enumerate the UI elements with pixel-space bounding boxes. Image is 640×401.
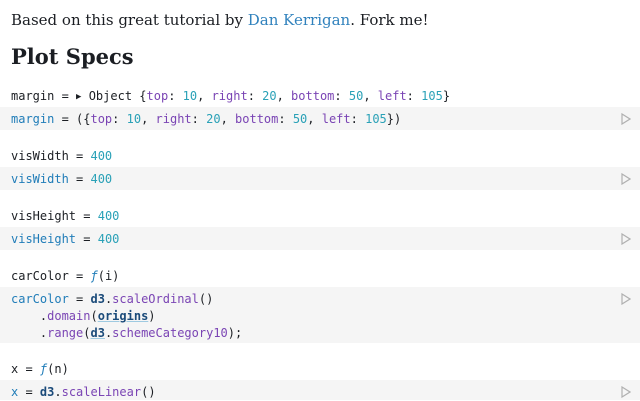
output-name: carColor: [11, 269, 69, 283]
code-name: carColor: [11, 292, 69, 306]
call: (): [141, 385, 156, 399]
d3-object: d3: [90, 292, 105, 306]
run-cell-icon[interactable]: [621, 386, 631, 398]
output-eq: =: [18, 362, 40, 376]
brace: }): [386, 112, 402, 126]
expand-triangle-icon[interactable]: ▶: [76, 92, 81, 102]
intro-suffix: . Fork me!: [350, 11, 429, 29]
method: range: [47, 326, 84, 340]
dot: .: [54, 385, 62, 399]
d3-object: d3: [39, 385, 55, 399]
output-type: Object: [88, 89, 140, 103]
scheme-name: schemeCategory10: [112, 326, 228, 340]
output-name: visHeight: [11, 209, 77, 223]
intro-text: Based on this great tutorial by Dan Kerr…: [11, 9, 429, 31]
output-name: visWidth: [11, 149, 69, 163]
key: bottom: [291, 89, 335, 103]
output-eq: =: [68, 269, 91, 283]
number: 20: [206, 112, 221, 126]
number: 105: [421, 89, 443, 103]
key: right: [211, 89, 248, 103]
dot: .: [11, 309, 48, 323]
number: 400: [90, 172, 113, 186]
intro-prefix: Based on this great tutorial by: [11, 11, 248, 29]
number: 10: [182, 89, 198, 103]
method: domain: [47, 309, 91, 323]
code: visWidth = 400: [0, 171, 640, 188]
dot: .: [11, 326, 48, 340]
code-eq: =: [76, 232, 98, 246]
margin-code-cell[interactable]: margin = ({top: 10, right: 20, bottom: 5…: [0, 107, 640, 130]
tutorial-link[interactable]: Dan Kerrigan: [248, 11, 350, 29]
paren: );: [227, 326, 243, 340]
code-eq: =: [68, 292, 91, 306]
output-eq: =: [76, 209, 98, 223]
code-eq: = ({: [54, 112, 91, 126]
function-args: (i): [97, 269, 120, 283]
section-heading: Plot Specs: [11, 44, 134, 69]
key: right: [155, 112, 192, 126]
viswidth-code-cell[interactable]: visWidth = 400: [0, 167, 640, 190]
code-eq: =: [18, 385, 40, 399]
number: 105: [365, 112, 387, 126]
margin-output: margin = ▶ Object {top: 10, right: 20, b…: [11, 89, 451, 103]
key: left: [377, 89, 407, 103]
run-cell-icon[interactable]: [621, 293, 631, 305]
brace: {: [139, 89, 147, 103]
call: (): [198, 292, 214, 306]
origins-reference[interactable]: origins: [98, 309, 149, 323]
code-name: visWidth: [11, 172, 69, 186]
code: carColor = d3.scaleOrdinal() .domain(ori…: [0, 291, 640, 342]
code-eq: =: [68, 172, 91, 186]
number: 400: [90, 149, 113, 163]
visheight-output: visHeight = 400: [11, 208, 119, 224]
paren: (: [90, 309, 98, 323]
key: bottom: [235, 112, 279, 126]
key: left: [321, 112, 351, 126]
method: scaleLinear: [61, 385, 142, 399]
number: 50: [348, 89, 364, 103]
number: 50: [292, 112, 308, 126]
run-cell-icon[interactable]: [621, 113, 631, 125]
number: 400: [97, 209, 120, 223]
code: x = d3.scaleLinear(): [0, 384, 640, 401]
x-output: x = ƒ(n): [11, 361, 69, 377]
code: margin = ({top: 10, right: 20, bottom: 5…: [11, 112, 402, 126]
visheight-code-cell[interactable]: visHeight = 400: [0, 227, 640, 250]
paren: ): [148, 309, 156, 323]
brace: }: [442, 89, 451, 103]
number: 20: [262, 89, 277, 103]
key: top: [90, 112, 113, 126]
function-args: (n): [47, 362, 69, 376]
x-code-cell[interactable]: x = d3.scaleLinear(): [0, 380, 640, 400]
function-symbol: ƒ: [90, 269, 98, 283]
run-cell-icon[interactable]: [621, 173, 631, 185]
number: 400: [97, 232, 120, 246]
key: top: [146, 89, 169, 103]
code-name: margin: [11, 112, 55, 126]
code: visHeight = 400: [0, 231, 640, 248]
number: 10: [126, 112, 142, 126]
method: scaleOrdinal: [112, 292, 199, 306]
carcolor-output: carColor = ƒ(i): [11, 268, 119, 284]
d3-reference[interactable]: d3: [90, 326, 104, 340]
output-name: margin: [11, 89, 55, 103]
code-name: visHeight: [11, 232, 77, 246]
carcolor-code-cell[interactable]: carColor = d3.scaleOrdinal() .domain(ori…: [0, 287, 640, 343]
run-cell-icon[interactable]: [621, 233, 631, 245]
output-eq: =: [68, 149, 91, 163]
viswidth-output: visWidth = 400: [11, 148, 112, 164]
output-eq: =: [54, 89, 77, 103]
